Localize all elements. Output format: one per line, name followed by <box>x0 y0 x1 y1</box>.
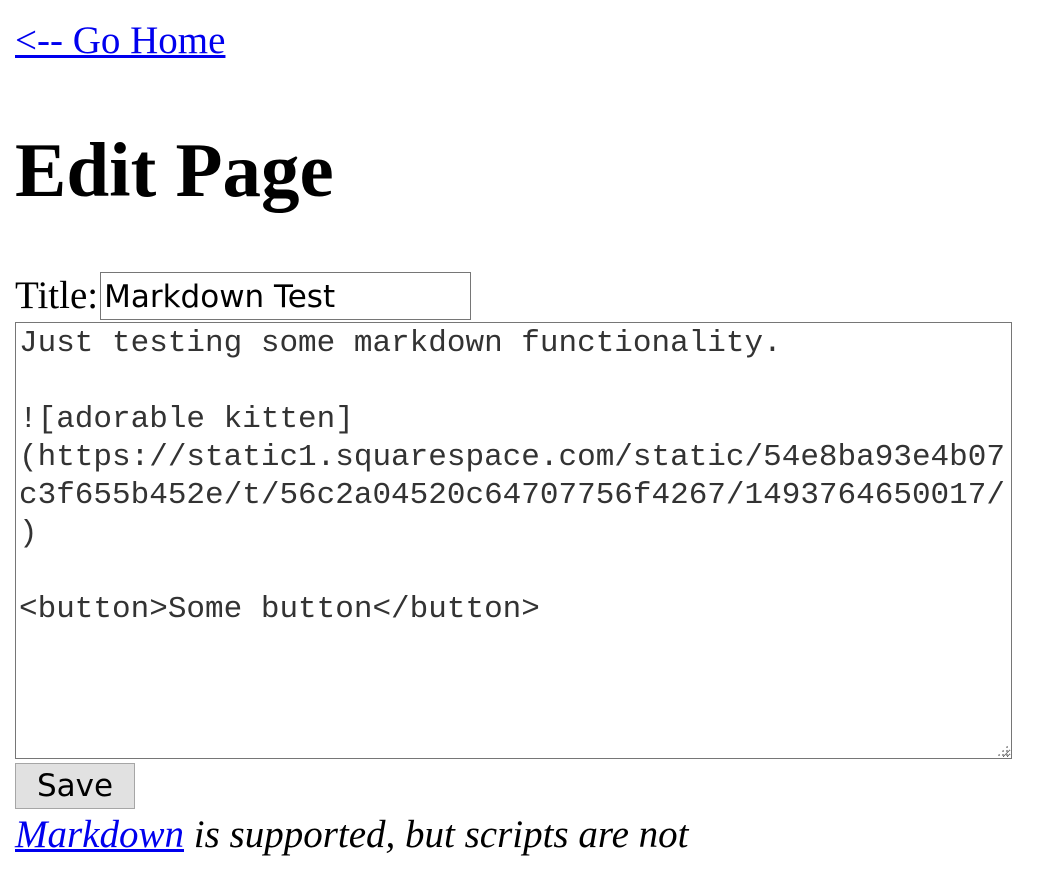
title-label: Title: <box>15 274 99 317</box>
markdown-link[interactable]: Markdown <box>15 813 184 856</box>
save-button[interactable]: Save <box>15 763 135 809</box>
markdown-note: Markdown is supported, but scripts are n… <box>15 812 689 858</box>
title-field-row: Title: <box>15 272 472 320</box>
page-title: Edit Page <box>15 127 334 213</box>
title-input[interactable] <box>100 272 472 320</box>
go-home-link[interactable]: <-- Go Home <box>15 18 225 64</box>
markdown-note-text: is supported, but scripts are not <box>184 813 689 856</box>
page-body-textarea[interactable]: Just testing some markdown functionality… <box>15 322 1012 759</box>
